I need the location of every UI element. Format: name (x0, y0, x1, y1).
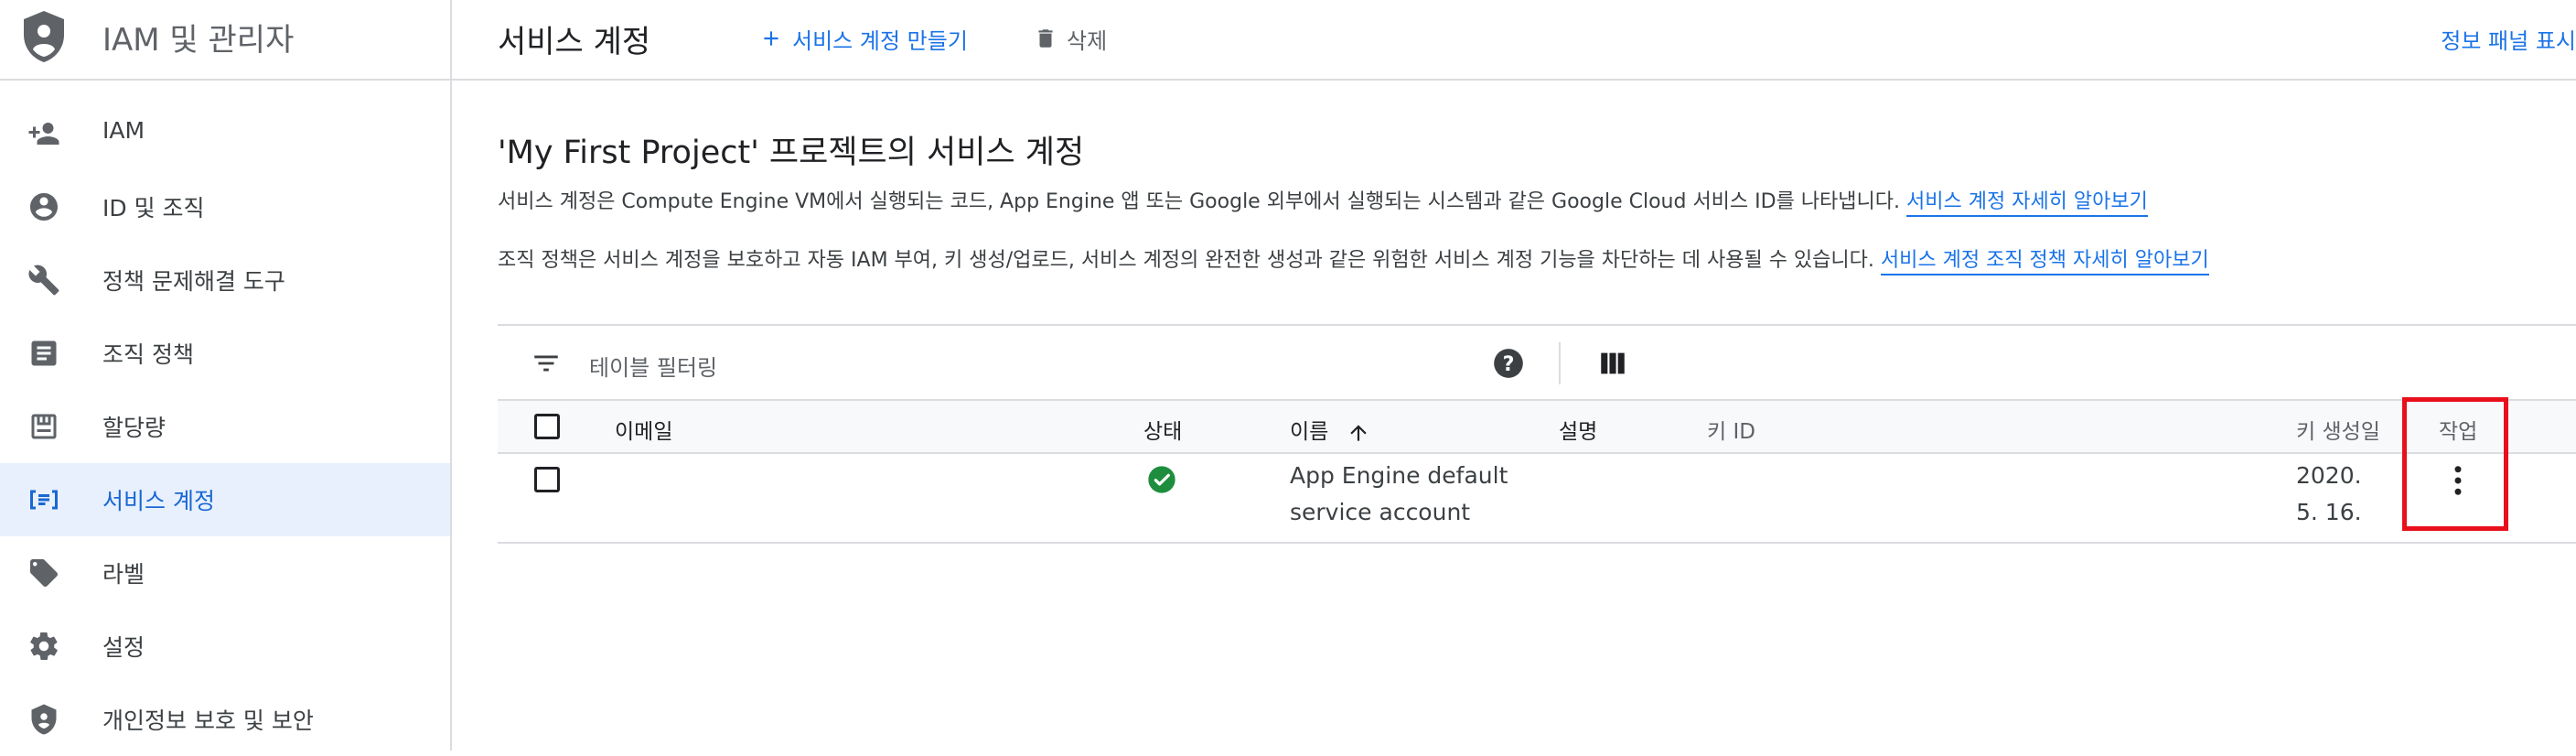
learn-more-org-policies-link[interactable]: 서비스 계정 조직 정책 자세히 알아보기 (1880, 249, 2209, 275)
sidebar-item-label: 개인정보 보호 및 보안 (102, 707, 314, 734)
row-name-line: App Engine default (1290, 462, 1508, 489)
page-title: 서비스 계정 (498, 24, 651, 60)
arrow-up-icon (1349, 424, 1367, 441)
sidebar-item-label: 할당량 (102, 415, 166, 441)
wrench-icon (28, 265, 59, 296)
column-header-name[interactable]: 이름 (1290, 414, 1370, 445)
delete-button[interactable]: 삭제 (1034, 20, 1107, 57)
select-all-checkbox[interactable] (534, 414, 560, 439)
status-enabled-icon (1148, 466, 1175, 493)
description-text: 조직 정책은 서비스 계정을 보호하고 자동 IAM 부여, 키 생성/업로드,… (498, 249, 1874, 272)
gear-icon (30, 632, 58, 660)
trash-icon (1038, 29, 1053, 48)
show-info-panel-button[interactable]: 정보 패널 표시 (2441, 20, 2576, 57)
sidebar-item-iam[interactable]: IAM (0, 97, 450, 170)
sidebar-item-label: 조직 정책 (102, 341, 194, 368)
row-name-line: service account (1290, 499, 1471, 525)
create-service-account-button[interactable]: 서비스 계정 만들기 (759, 20, 968, 57)
sidebar-item-policy-troubleshooter[interactable]: 정책 문제해결 도구 (0, 243, 450, 317)
sidebar-item-label: ID 및 조직 (102, 195, 205, 221)
account-circle-icon (30, 193, 58, 221)
column-header-email[interactable]: 이메일 (615, 414, 672, 445)
column-display-icon[interactable] (1597, 348, 1628, 379)
shield-lock-icon (31, 704, 57, 735)
learn-more-service-accounts-link[interactable]: 서비스 계정 자세히 알아보기 (1906, 190, 2148, 217)
sidebar-item-quotas[interactable]: 할당량 (0, 390, 450, 463)
sidebar-item-settings[interactable]: 설정 (0, 610, 450, 683)
plus-icon (764, 31, 778, 46)
table-header: 이메일 상태 이름 설명 키 ID 키 생성일 작업 (498, 399, 2576, 454)
brand-header: IAM 및 관리자 (0, 0, 450, 81)
row-key-created: 2020. 5. 16. (2296, 458, 2362, 531)
description-org-policies: 조직 정책은 서비스 계정을 보호하고 자동 IAM 부여, 키 생성/업로드,… (498, 243, 2209, 275)
service-account-icon (30, 490, 58, 510)
highlight-box (2402, 397, 2508, 531)
row-key-created-line: 2020. (2296, 462, 2362, 489)
column-header-key-id: 키 ID (1707, 420, 1755, 444)
sidebar-item-label: 설정 (102, 634, 145, 661)
row-key-created-line: 5. 16. (2296, 499, 2362, 525)
column-header-key-created: 키 생성일 (2296, 420, 2380, 444)
svg-text:?: ? (1503, 352, 1515, 376)
row-name: App Engine default service account (1290, 458, 1508, 531)
sidebar-item-label: 라벨 (102, 561, 145, 588)
sidebar-item-identity[interactable]: ID 및 조직 (0, 170, 450, 243)
document-icon (31, 340, 57, 366)
sidebar-item-label: IAM (102, 117, 145, 144)
show-info-panel-label: 정보 패널 표시 (2441, 27, 2576, 54)
label-icon (30, 559, 58, 587)
shield-icon (24, 11, 64, 62)
description-service-accounts: 서비스 계정은 Compute Engine VM에서 실행되는 코드, App… (498, 185, 2148, 217)
delete-label: 삭제 (1067, 27, 1108, 54)
quota-icon (31, 414, 57, 439)
action-bar: 서비스 계정 서비스 계정 만들기 삭제 정보 패널 표시 (452, 0, 2576, 81)
sidebar-item-privacy-security[interactable]: 개인정보 보호 및 보안 (0, 683, 450, 756)
person-add-icon (28, 123, 59, 145)
sidebar-item-label: 정책 문제해결 도구 (102, 268, 285, 295)
table-filter-input[interactable]: 테이블 필터링 (589, 350, 717, 382)
column-header-status[interactable]: 상태 (1143, 414, 1182, 445)
description-text: 서비스 계정은 Compute Engine VM에서 실행되는 코드, App… (498, 190, 1901, 213)
table-filter-bar: 테이블 필터링 ? (498, 324, 2576, 399)
section-heading: 'My First Project' 프로젝트의 서비스 계정 (498, 135, 1085, 171)
product-title: IAM 및 관리자 (102, 22, 295, 59)
sidebar: IAM 및 관리자 IAM ID 및 조직 정책 문제해결 도구 조직 정책 할… (0, 0, 452, 751)
sidebar-item-label: 서비스 계정 (102, 488, 215, 514)
column-header-name-label: 이름 (1290, 420, 1329, 444)
create-service-account-label: 서비스 계정 만들기 (792, 27, 968, 54)
filter-icon[interactable] (531, 348, 562, 379)
sidebar-item-org-policies[interactable]: 조직 정책 (0, 317, 450, 390)
toolbar-divider (1559, 342, 1561, 384)
help-icon[interactable]: ? (1491, 346, 1526, 381)
sidebar-item-labels[interactable]: 라벨 (0, 536, 450, 610)
sidebar-item-service-accounts[interactable]: 서비스 계정 (0, 463, 450, 536)
column-header-description[interactable]: 설명 (1559, 414, 1597, 445)
table-row[interactable]: App Engine default service account 2020.… (498, 454, 2576, 544)
row-checkbox[interactable] (534, 467, 560, 492)
